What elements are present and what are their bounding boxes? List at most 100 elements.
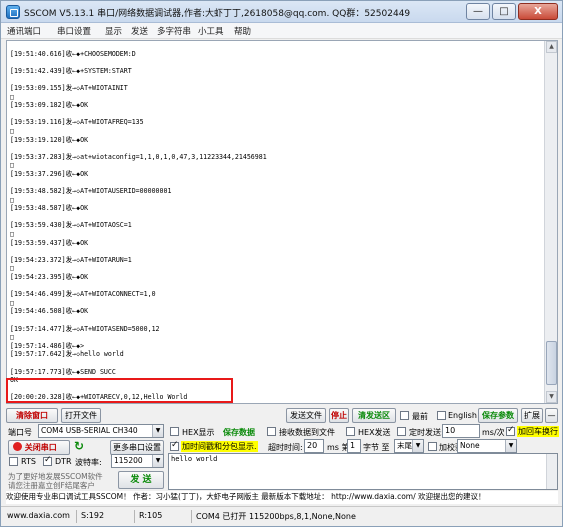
log-line: [19:53:09.155]发→◇AT+WIOTAINIT — [10, 83, 128, 92]
open-file-button[interactable]: 打开文件 — [61, 408, 101, 423]
checksum-checkbox[interactable] — [428, 442, 437, 451]
receive-area[interactable]: [19:51:40.616]收←◆+CHOOSEMODEM:D [19:51:42… — [6, 40, 558, 404]
status-sent: S:192 — [81, 511, 105, 520]
menu-item-help[interactable]: 帮助 — [234, 25, 251, 37]
scroll-down-icon[interactable]: ▼ — [546, 391, 557, 403]
log-line: [19:57:17.642]发→◇hello world — [10, 350, 124, 359]
send-button[interactable]: 发 送 — [118, 471, 164, 489]
log-line: [19:54:23.395]收←◆OK — [10, 273, 89, 282]
log-line: [19:53:48.587]收←◆OK — [10, 204, 89, 213]
interval-input[interactable]: 10 — [442, 424, 480, 438]
log-line: [19:54:23.372]发→◇AT+WIOTARUN=1 — [10, 255, 132, 264]
send-text: hello world — [171, 455, 218, 463]
log-line: [19:57:14.477]发→◇AT+WIOTASEND=5000,12 — [10, 324, 160, 333]
scroll-thumb[interactable] — [546, 341, 557, 385]
log-line: [19:53:48.582]发→◇AT+WIOTAUSERID=00000001 — [10, 187, 172, 196]
send-textarea[interactable]: hello world — [168, 453, 558, 490]
menu-item-serial-settings[interactable]: 串口设置 — [57, 25, 91, 37]
log-line: [19:54:46.499]发→◇AT+WIOTACONNECT=1,0 — [10, 290, 156, 299]
timeout-label: 超时时间: — [268, 443, 303, 452]
menu-bar: 通讯端口 串口设置 显示 发送 多字符串 小工具 帮助 — [1, 23, 562, 39]
log-line: [19:53:19.120]收←◆OK — [10, 135, 89, 144]
dtr-checkbox[interactable] — [43, 455, 52, 466]
send-scrollbar[interactable] — [546, 454, 557, 489]
log-line: □ — [10, 333, 14, 342]
port-select[interactable]: COM4 USB-SERIAL CH340 ▼ — [38, 424, 164, 438]
stop-button[interactable]: 停止 — [329, 408, 349, 423]
hex-send-label: HEX发送 — [358, 428, 391, 437]
add-crlf-checkbox[interactable] — [506, 425, 515, 436]
byte-end-select[interactable]: 末尾 ▼ — [394, 439, 424, 453]
promo-banner: 欢迎使用专业串口调试工具SSCOM！ 作者：习小猛(丁丁)，大虾电子网版主 最新… — [6, 491, 558, 504]
recv-to-file-checkbox[interactable] — [267, 427, 276, 436]
status-site[interactable]: www.daxia.com — [7, 511, 70, 520]
rts-checkbox[interactable] — [9, 457, 18, 466]
log-line: [19:51:40.616]收←◆+CHOOSEMODEM:D — [10, 49, 136, 58]
maximize-button[interactable]: □ — [492, 3, 516, 20]
log-line: □ — [10, 195, 14, 204]
log-line: [19:53:19.116]发→◇AT+WIOTAFREQ=135 — [10, 118, 144, 127]
clear-window-button[interactable]: 清除窗口 — [6, 408, 58, 423]
expand-button[interactable]: 扩展 — [521, 408, 543, 423]
baud-select[interactable]: 115200 ▼ — [111, 454, 164, 468]
menu-item-display[interactable]: 显示 — [105, 25, 122, 37]
sscom-window: SSCOM V5.13.1 串口/网络数据调试器,作者:大虾丁丁,2618058… — [0, 0, 563, 527]
menu-item-multi-string[interactable]: 多字符串 — [157, 25, 191, 37]
hex-display-checkbox[interactable] — [170, 427, 179, 436]
status-divider — [76, 510, 77, 523]
minimize-button[interactable]: — — [466, 3, 490, 20]
clear-send-button[interactable]: 清发送区 — [352, 408, 396, 423]
refresh-icon[interactable]: ↻ — [74, 439, 84, 453]
status-divider — [134, 510, 135, 523]
log-line: [19:53:59.430]发→◇AT+WIOTAOSC=1 — [10, 221, 132, 230]
timeout-input[interactable]: 20 — [304, 439, 324, 453]
receive-scrollbar[interactable]: ▲ ▼ — [544, 41, 557, 403]
log-line: [19:54:46.508]收←◆OK — [10, 307, 89, 316]
status-port: COM4 已打开 115200bps,8,1,None,None — [196, 512, 356, 521]
timed-send-label: 定时发送: — [409, 428, 444, 437]
byte-index-input[interactable]: 1 — [347, 439, 361, 453]
timed-send-checkbox[interactable] — [397, 427, 406, 436]
save-params-button[interactable]: 保存参数 — [478, 408, 518, 423]
close-port-button[interactable]: 关闭串口 — [8, 440, 70, 455]
hex-display-label: HEX显示 — [182, 428, 215, 437]
save-data-button[interactable]: 保存数据 — [223, 427, 255, 438]
port-select-value: COM4 USB-SERIAL CH340 — [41, 426, 138, 435]
rts-label: RTS — [21, 457, 36, 466]
topmost-checkbox[interactable] — [400, 411, 409, 420]
chevron-down-icon: ▼ — [412, 440, 423, 452]
close-button[interactable]: X — [518, 3, 558, 20]
log-line: [19:53:37.296]收←◆OK — [10, 169, 89, 178]
window-title: SSCOM V5.13.1 串口/网络数据调试器,作者:大虾丁丁,2618058… — [24, 9, 411, 19]
checksum-select[interactable]: None ▼ — [457, 439, 517, 453]
collapse-button[interactable]: — — [545, 408, 558, 423]
english-label: English — [448, 411, 477, 420]
receive-log: [19:51:40.616]收←◆+CHOOSEMODEM:D [19:51:42… — [10, 41, 545, 402]
timestamp-checkbox[interactable] — [170, 440, 179, 451]
scroll-up-icon[interactable]: ▲ — [546, 41, 557, 53]
menu-item-port[interactable]: 通讯端口 — [7, 25, 41, 37]
chevron-down-icon: ▼ — [152, 455, 163, 467]
menu-item-send[interactable]: 发送 — [131, 25, 148, 37]
log-line: [19:53:09.182]收←◆OK — [10, 101, 89, 110]
topmost-label: 最前 — [412, 412, 428, 421]
log-line: □ — [10, 126, 14, 135]
menu-item-tools[interactable]: 小工具 — [198, 25, 224, 37]
send-file-button[interactable]: 发送文件 — [286, 408, 326, 423]
hex-send-checkbox[interactable] — [346, 427, 355, 436]
recv-to-file-label: 接收数据到文件 — [279, 428, 335, 437]
more-settings-button[interactable]: 更多串口设置 — [110, 440, 164, 455]
status-bar: www.daxia.com S:192 R:105 COM4 已打开 11520… — [1, 506, 562, 526]
interval-unit: ms/次 — [482, 428, 505, 437]
promo-line-2: 请您注册嘉立创F结尾客户 — [8, 481, 95, 490]
english-checkbox[interactable] — [437, 411, 446, 420]
app-icon — [6, 5, 20, 19]
window-controls: — □ X — [466, 3, 558, 20]
